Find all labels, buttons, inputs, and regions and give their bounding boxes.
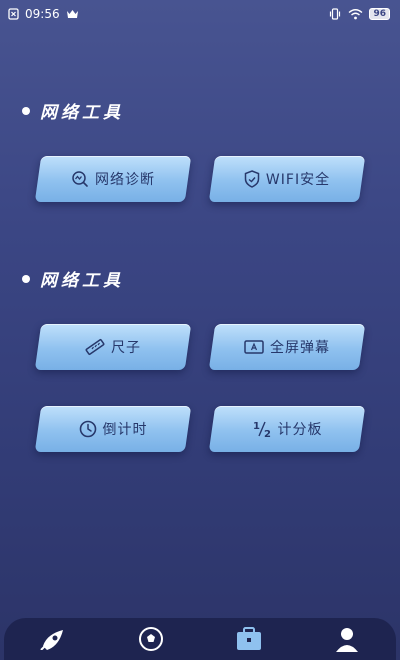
network-diagnosis-icon — [71, 170, 89, 188]
nav-item-toolbox[interactable] — [219, 626, 279, 660]
fullscreen-danmaku-button[interactable]: 全屏弹幕 — [208, 324, 366, 370]
section-title-network-tools: 网络工具 — [22, 98, 124, 123]
wifi-icon — [348, 8, 363, 20]
vibrate-icon — [328, 8, 342, 20]
bullet-dot — [22, 106, 30, 115]
crown-icon — [66, 9, 79, 19]
section-title-text: 网络工具 — [40, 103, 124, 123]
nav-item-rocket[interactable] — [23, 626, 83, 660]
ruler-icon — [85, 338, 105, 356]
scoreboard-button[interactable]: 12 计分板 — [208, 406, 366, 452]
toolbox-icon — [235, 626, 263, 660]
bullet-dot — [22, 274, 30, 283]
nav-item-user[interactable] — [317, 626, 377, 660]
ruler-label: 尺子 — [111, 340, 141, 356]
sim-icon — [8, 8, 19, 20]
wifi-security-label: WIFI安全 — [265, 172, 331, 188]
network-diagnosis-button-content: 网络诊断 — [38, 156, 188, 202]
status-time: 09:56 — [25, 7, 60, 21]
user-icon — [334, 626, 360, 660]
countdown-button[interactable]: 倒计时 — [34, 406, 192, 452]
bottom-nav — [4, 618, 396, 660]
wifi-security-button[interactable]: WIFI安全 — [208, 156, 366, 202]
scoreboard-label: 计分板 — [277, 422, 323, 438]
svg-text:2: 2 — [264, 429, 272, 438]
countdown-button-content: 倒计时 — [38, 406, 188, 452]
status-right: 96 — [328, 8, 390, 20]
half-fraction-icon: 12 — [252, 420, 272, 438]
ruler-button-content: 尺子 — [38, 324, 188, 370]
rocket-icon — [39, 626, 67, 660]
fullscreen-text-icon — [244, 339, 264, 355]
clock-icon — [79, 420, 97, 438]
countdown-label: 倒计时 — [102, 422, 148, 438]
battery-icon: 96 — [369, 8, 390, 20]
section-title-network-tools-2: 网络工具 — [22, 266, 124, 291]
network-diagnosis-label: 网络诊断 — [95, 172, 155, 188]
status-bar: 09:56 96 — [0, 0, 400, 28]
section-title-text: 网络工具 — [40, 271, 124, 291]
shield-icon — [244, 170, 260, 188]
network-diagnosis-button[interactable]: 网络诊断 — [34, 156, 192, 202]
fullscreen-danmaku-label: 全屏弹幕 — [270, 340, 330, 356]
fullscreen-danmaku-button-content: 全屏弹幕 — [212, 324, 362, 370]
nav-item-ball[interactable] — [121, 626, 181, 660]
scoreboard-button-content: 12 计分板 — [212, 406, 362, 452]
ruler-button[interactable]: 尺子 — [34, 324, 192, 370]
svg-text:1: 1 — [253, 421, 261, 432]
ball-icon — [138, 626, 164, 660]
status-left: 09:56 — [8, 7, 79, 21]
wifi-security-button-content: WIFI安全 — [212, 156, 362, 202]
